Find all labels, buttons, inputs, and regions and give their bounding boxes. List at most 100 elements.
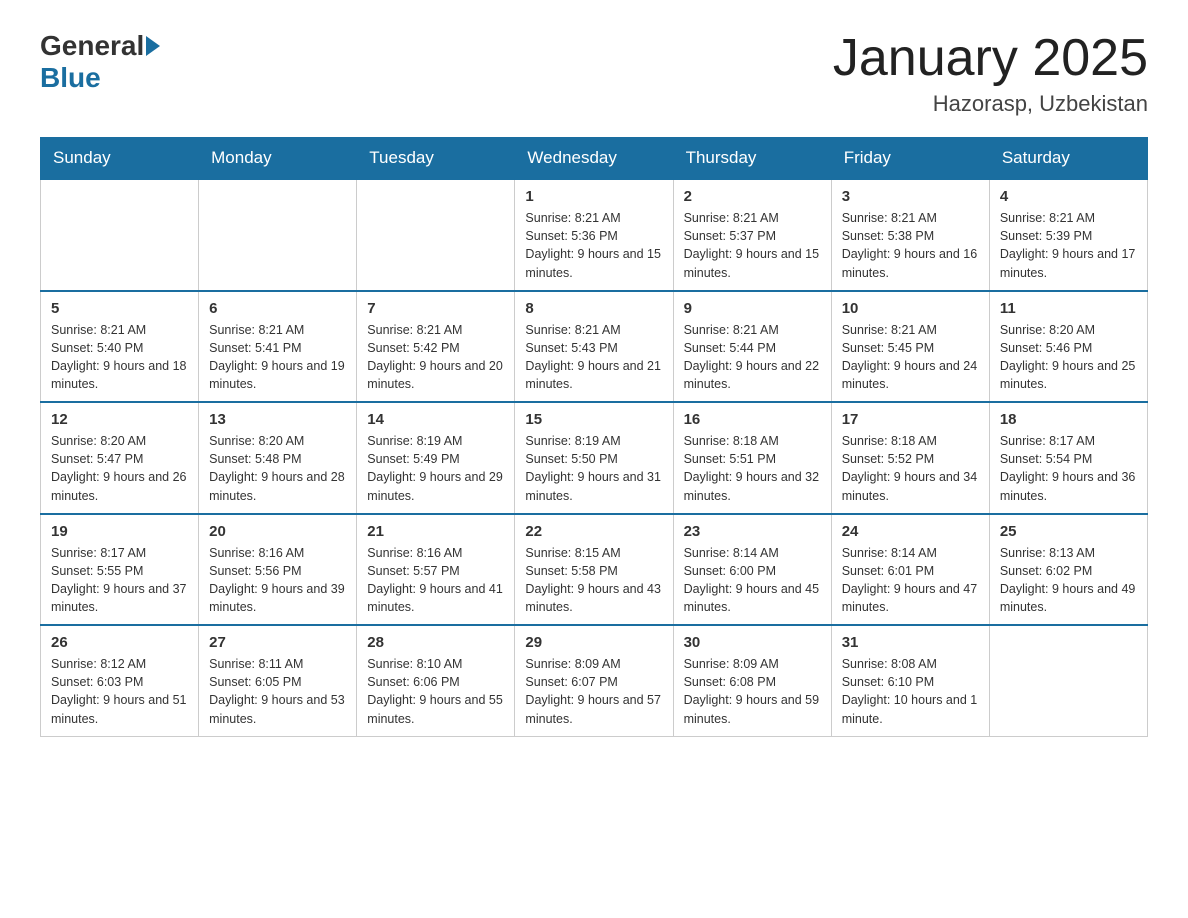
calendar-cell: 15Sunrise: 8:19 AMSunset: 5:50 PMDayligh… (515, 402, 673, 514)
day-number: 26 (51, 634, 188, 651)
column-header-sunday: Sunday (41, 138, 199, 180)
day-number: 7 (367, 300, 504, 317)
calendar-cell (41, 179, 199, 291)
calendar-header-row: SundayMondayTuesdayWednesdayThursdayFrid… (41, 138, 1148, 180)
month-title: January 2025 (833, 30, 1148, 87)
calendar-cell: 27Sunrise: 8:11 AMSunset: 6:05 PMDayligh… (199, 625, 357, 736)
day-number: 21 (367, 523, 504, 540)
calendar-cell: 16Sunrise: 8:18 AMSunset: 5:51 PMDayligh… (673, 402, 831, 514)
day-info: Sunrise: 8:21 AMSunset: 5:37 PMDaylight:… (684, 209, 821, 282)
day-number: 13 (209, 411, 346, 428)
day-number: 29 (525, 634, 662, 651)
day-info: Sunrise: 8:17 AMSunset: 5:54 PMDaylight:… (1000, 432, 1137, 505)
calendar-cell: 14Sunrise: 8:19 AMSunset: 5:49 PMDayligh… (357, 402, 515, 514)
day-number: 31 (842, 634, 979, 651)
calendar-week-3: 12 Sunrise: 8:20 AMSunset: 5:47 PMDayligh… (41, 402, 1148, 514)
calendar-cell: 6 Sunrise: 8:21 AMSunset: 5:41 PMDaylight… (199, 291, 357, 403)
calendar-cell: 25 Sunrise: 8:13 AMSunset: 6:02 PMDayligh… (989, 514, 1147, 626)
day-number: 5 (51, 300, 188, 317)
calendar-cell (989, 625, 1147, 736)
calendar-cell: 22 Sunrise: 8:15 AMSunset: 5:58 PMDayligh… (515, 514, 673, 626)
day-number: 18 (1000, 411, 1137, 428)
location-subtitle: Hazorasp, Uzbekistan (833, 91, 1148, 117)
column-header-tuesday: Tuesday (357, 138, 515, 180)
logo: General Blue (40, 30, 162, 94)
calendar-cell: 12 Sunrise: 8:20 AMSunset: 5:47 PMDayligh… (41, 402, 199, 514)
calendar-week-1: 1Sunrise: 8:21 AMSunset: 5:36 PMDaylight… (41, 179, 1148, 291)
day-number: 15 (525, 411, 662, 428)
day-number: 22 (525, 523, 662, 540)
day-number: 20 (209, 523, 346, 540)
day-info: Sunrise: 8:21 AMSunset: 5:38 PMDaylight:… (842, 209, 979, 282)
calendar-cell: 8 Sunrise: 8:21 AMSunset: 5:43 PMDaylight… (515, 291, 673, 403)
day-info: Sunrise: 8:21 AMSunset: 5:39 PMDaylight:… (1000, 209, 1137, 282)
day-number: 19 (51, 523, 188, 540)
day-number: 8 (525, 300, 662, 317)
calendar-cell: 26Sunrise: 8:12 AMSunset: 6:03 PMDayligh… (41, 625, 199, 736)
day-info: Sunrise: 8:16 AMSunset: 5:57 PMDaylight:… (367, 544, 504, 617)
day-number: 17 (842, 411, 979, 428)
day-info: Sunrise: 8:21 AMSunset: 5:40 PMDaylight:… (51, 321, 188, 394)
day-info: Sunrise: 8:21 AMSunset: 5:43 PMDaylight:… (525, 321, 662, 394)
calendar-cell: 21 Sunrise: 8:16 AMSunset: 5:57 PMDayligh… (357, 514, 515, 626)
day-info: Sunrise: 8:11 AMSunset: 6:05 PMDaylight:… (209, 655, 346, 728)
day-info: Sunrise: 8:21 AMSunset: 5:41 PMDaylight:… (209, 321, 346, 394)
calendar-cell: 13 Sunrise: 8:20 AMSunset: 5:48 PMDayligh… (199, 402, 357, 514)
column-header-thursday: Thursday (673, 138, 831, 180)
calendar-cell: 19 Sunrise: 8:17 AMSunset: 5:55 PMDayligh… (41, 514, 199, 626)
day-info: Sunrise: 8:13 AMSunset: 6:02 PMDaylight:… (1000, 544, 1137, 617)
day-info: Sunrise: 8:21 AMSunset: 5:44 PMDaylight:… (684, 321, 821, 394)
calendar-cell: 24Sunrise: 8:14 AMSunset: 6:01 PMDayligh… (831, 514, 989, 626)
column-header-monday: Monday (199, 138, 357, 180)
calendar-cell (199, 179, 357, 291)
calendar-cell: 10 Sunrise: 8:21 AMSunset: 5:45 PMDayligh… (831, 291, 989, 403)
day-number: 3 (842, 188, 979, 205)
day-number: 25 (1000, 523, 1137, 540)
day-info: Sunrise: 8:09 AMSunset: 6:08 PMDaylight:… (684, 655, 821, 728)
day-info: Sunrise: 8:21 AMSunset: 5:42 PMDaylight:… (367, 321, 504, 394)
column-header-friday: Friday (831, 138, 989, 180)
day-info: Sunrise: 8:16 AMSunset: 5:56 PMDaylight:… (209, 544, 346, 617)
calendar-cell: 9 Sunrise: 8:21 AMSunset: 5:44 PMDaylight… (673, 291, 831, 403)
logo-arrow-icon (146, 36, 160, 56)
column-header-saturday: Saturday (989, 138, 1147, 180)
calendar-week-5: 26Sunrise: 8:12 AMSunset: 6:03 PMDayligh… (41, 625, 1148, 736)
day-number: 11 (1000, 300, 1137, 317)
day-info: Sunrise: 8:20 AMSunset: 5:47 PMDaylight:… (51, 432, 188, 505)
day-info: Sunrise: 8:18 AMSunset: 5:52 PMDaylight:… (842, 432, 979, 505)
day-info: Sunrise: 8:20 AMSunset: 5:48 PMDaylight:… (209, 432, 346, 505)
day-info: Sunrise: 8:20 AMSunset: 5:46 PMDaylight:… (1000, 321, 1137, 394)
day-number: 9 (684, 300, 821, 317)
day-number: 1 (525, 188, 662, 205)
calendar-cell: 11 Sunrise: 8:20 AMSunset: 5:46 PMDayligh… (989, 291, 1147, 403)
calendar-cell: 2 Sunrise: 8:21 AMSunset: 5:37 PMDaylight… (673, 179, 831, 291)
day-info: Sunrise: 8:14 AMSunset: 6:00 PMDaylight:… (684, 544, 821, 617)
day-info: Sunrise: 8:19 AMSunset: 5:49 PMDaylight:… (367, 432, 504, 505)
calendar-week-2: 5 Sunrise: 8:21 AMSunset: 5:40 PMDaylight… (41, 291, 1148, 403)
day-info: Sunrise: 8:09 AMSunset: 6:07 PMDaylight:… (525, 655, 662, 728)
calendar-cell: 20 Sunrise: 8:16 AMSunset: 5:56 PMDayligh… (199, 514, 357, 626)
title-block: January 2025 Hazorasp, Uzbekistan (833, 30, 1148, 117)
calendar-cell (357, 179, 515, 291)
calendar-cell: 29 Sunrise: 8:09 AMSunset: 6:07 PMDayligh… (515, 625, 673, 736)
day-number: 16 (684, 411, 821, 428)
day-number: 12 (51, 411, 188, 428)
calendar-cell: 1Sunrise: 8:21 AMSunset: 5:36 PMDaylight… (515, 179, 673, 291)
page-header: General Blue January 2025 Hazorasp, Uzbe… (40, 30, 1148, 117)
calendar-week-4: 19 Sunrise: 8:17 AMSunset: 5:55 PMDayligh… (41, 514, 1148, 626)
calendar-cell: 18 Sunrise: 8:17 AMSunset: 5:54 PMDayligh… (989, 402, 1147, 514)
day-number: 23 (684, 523, 821, 540)
day-info: Sunrise: 8:17 AMSunset: 5:55 PMDaylight:… (51, 544, 188, 617)
day-info: Sunrise: 8:15 AMSunset: 5:58 PMDaylight:… (525, 544, 662, 617)
calendar-cell: 7 Sunrise: 8:21 AMSunset: 5:42 PMDaylight… (357, 291, 515, 403)
calendar-cell: 28Sunrise: 8:10 AMSunset: 6:06 PMDayligh… (357, 625, 515, 736)
calendar-cell: 31Sunrise: 8:08 AMSunset: 6:10 PMDayligh… (831, 625, 989, 736)
day-number: 2 (684, 188, 821, 205)
calendar-cell: 3 Sunrise: 8:21 AMSunset: 5:38 PMDaylight… (831, 179, 989, 291)
day-number: 6 (209, 300, 346, 317)
day-info: Sunrise: 8:21 AMSunset: 5:45 PMDaylight:… (842, 321, 979, 394)
logo-blue-text: Blue (40, 62, 101, 93)
day-number: 10 (842, 300, 979, 317)
logo-general-text: General (40, 30, 144, 62)
calendar-cell: 4Sunrise: 8:21 AMSunset: 5:39 PMDaylight… (989, 179, 1147, 291)
